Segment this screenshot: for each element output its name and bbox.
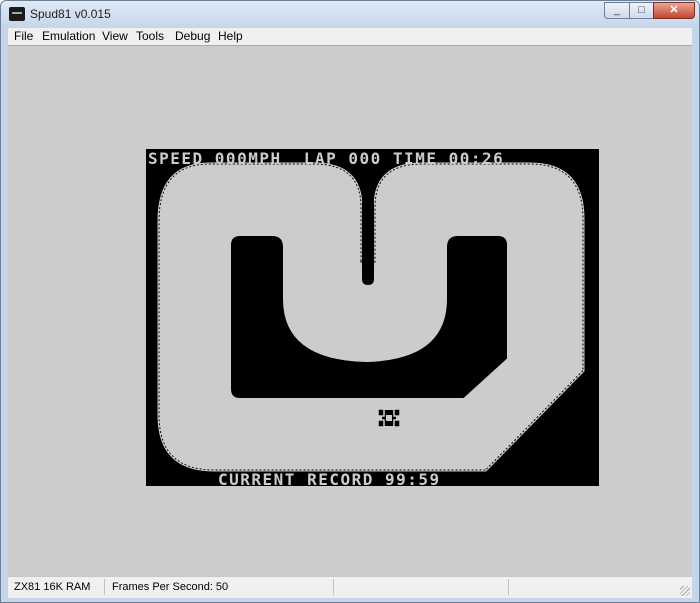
car-wheel-front-right [393,408,401,417]
car-wheel-front-left [377,408,385,417]
app-icon[interactable] [9,7,25,21]
emulator-display-area[interactable]: SPEED 000MPH LAP 000 TIME 00:26 CURRENT … [8,45,692,577]
status-divider [104,579,105,595]
menu-tools[interactable]: Tools [136,29,164,43]
hud-current-record: CURRENT RECORD 99:59 [218,470,441,489]
status-bar: ZX81 16K RAM Frames Per Second: 50 [8,576,692,598]
status-divider [508,579,509,595]
menu-debug[interactable]: Debug [175,29,210,43]
title-bar[interactable]: Spud81 v0.015 _ □ ✕ [1,1,699,28]
resize-grip-icon[interactable] [680,586,690,596]
minimize-icon: _ [613,4,621,16]
status-fps: Frames Per Second: 50 [112,581,229,593]
window-title: Spud81 v0.015 [30,7,111,21]
track-center-slot [362,191,374,285]
close-button[interactable]: ✕ [653,2,695,19]
status-machine: ZX81 16K RAM [14,581,91,593]
maximize-button[interactable]: □ [629,2,654,19]
car-cockpit [386,415,392,421]
status-divider [333,579,334,595]
maximize-icon: □ [638,4,645,16]
close-icon: ✕ [669,4,679,16]
menu-bar: File Emulation View Tools Debug Help [8,28,692,45]
zx81-screen[interactable]: SPEED 000MPH LAP 000 TIME 00:26 CURRENT … [146,149,599,489]
minimize-button[interactable]: _ [604,2,630,19]
menu-emulation[interactable]: Emulation [42,29,95,43]
car-wheel-rear-left [377,419,385,428]
menu-view[interactable]: View [102,29,128,43]
car-wheel-rear-right [393,419,401,428]
race-track [156,161,586,473]
menu-help[interactable]: Help [218,29,243,43]
menu-file[interactable]: File [14,29,33,43]
hud-speed-lap-time: SPEED 000MPH LAP 000 TIME 00:26 [148,149,505,168]
emulator-window: Spud81 v0.015 _ □ ✕ File Emulation View … [0,0,700,603]
